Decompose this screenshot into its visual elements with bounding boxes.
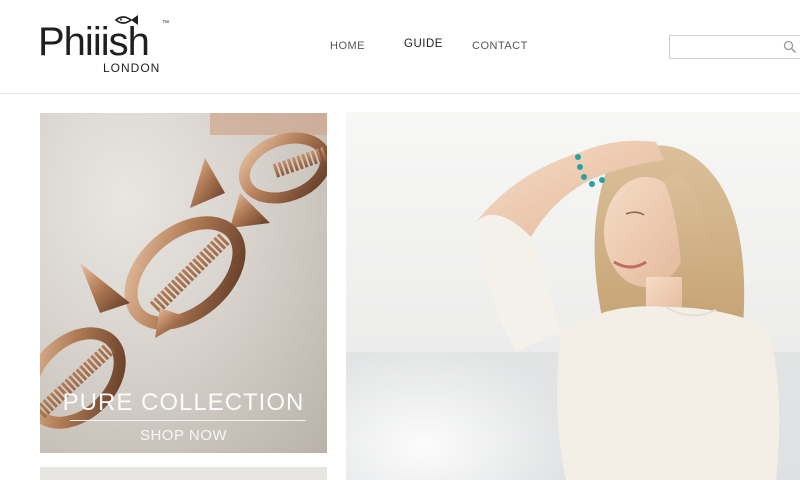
- hero-image: [346, 112, 800, 480]
- promo-divider: [70, 420, 306, 421]
- search-box: [669, 35, 800, 59]
- nav-guide-link[interactable]: GUIDE: [404, 38, 443, 50]
- pure-collection-promo[interactable]: PURE COLLECTION SHOP NOW: [40, 113, 327, 453]
- trademark-mark: ™: [162, 20, 169, 27]
- fish-logo-icon: [114, 15, 138, 25]
- nav-home-link[interactable]: HOME: [330, 40, 365, 52]
- model-photo: [346, 140, 800, 480]
- nav-contact-link[interactable]: CONTACT: [472, 40, 528, 52]
- brand-logo[interactable]: Phiiish ™ LONDON: [38, 14, 178, 78]
- search-icon[interactable]: [783, 40, 797, 54]
- promo-title: PURE COLLECTION: [62, 389, 305, 416]
- site-header: Phiiish ™ LONDON HOME GUIDE CONTACT: [0, 0, 800, 94]
- search-input[interactable]: [670, 36, 770, 58]
- secondary-promo-tile[interactable]: [40, 467, 327, 480]
- shop-now-link[interactable]: SHOP NOW: [40, 427, 327, 444]
- brand-location: LONDON: [103, 61, 161, 75]
